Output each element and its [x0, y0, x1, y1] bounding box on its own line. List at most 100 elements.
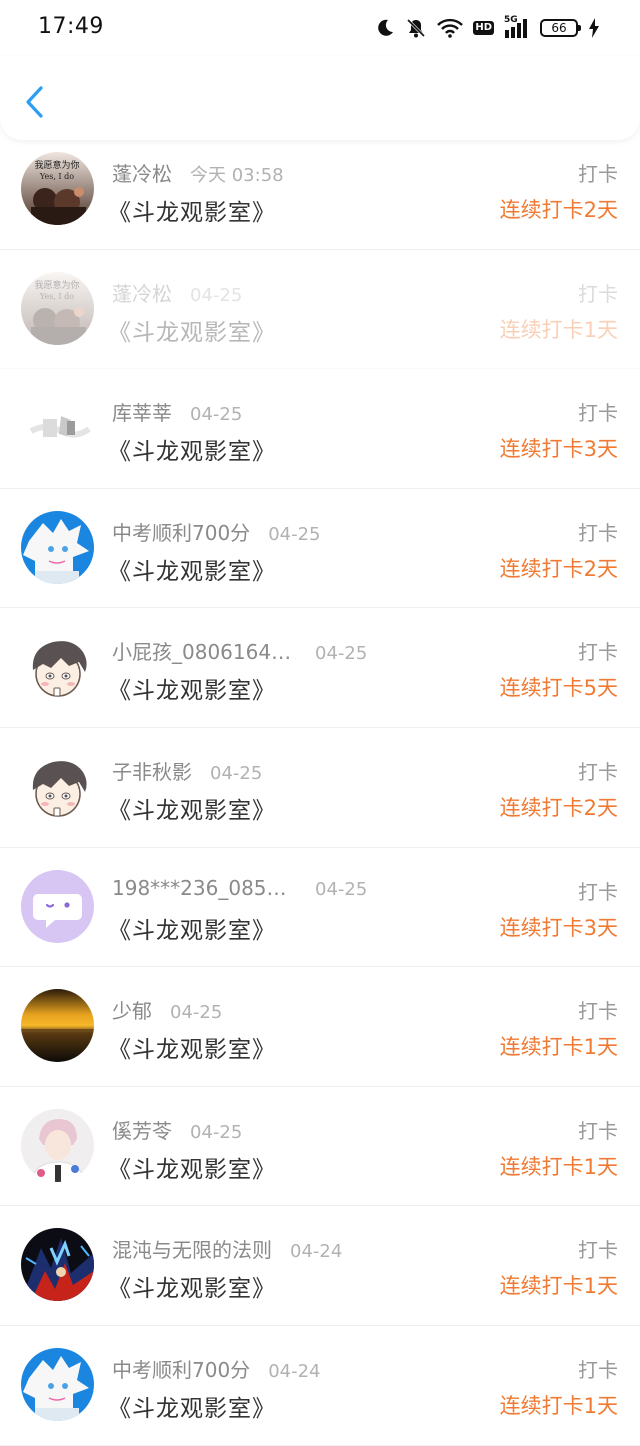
user-name[interactable]: 傒芳苓: [112, 1115, 172, 1144]
avatar[interactable]: [21, 1228, 94, 1302]
checkin-time: 04-25: [268, 523, 321, 545]
svg-text:我愿意为你: 我愿意为你: [34, 159, 79, 171]
user-name[interactable]: 子非秋影: [112, 756, 192, 785]
streak-label: 连续打卡1天: [499, 317, 618, 342]
avatar[interactable]: 我愿意为你 Yes, I do: [21, 152, 94, 225]
avatar[interactable]: 我愿意为你 Yes, I do: [21, 271, 94, 345]
streak-label: 连续打卡5天: [499, 676, 618, 701]
name-line: 198***236_08585... 04-25: [112, 876, 367, 900]
checkin-label: 打卡: [578, 401, 618, 426]
svg-text:Yes, I do: Yes, I do: [39, 172, 74, 181]
room-name: 《斗龙观影室》: [108, 1156, 276, 1183]
user-name[interactable]: 198***236_08585...: [112, 876, 297, 900]
name-line: 蓬冷松 04-25: [112, 278, 242, 307]
room-name: 《斗龙观影室》: [108, 439, 276, 466]
checkin-time: 04-25: [315, 878, 368, 900]
battery-icon: 66: [540, 19, 581, 37]
bell-off-icon: [405, 17, 427, 39]
checkin-time: 04-25: [170, 1002, 223, 1024]
checkin-label: 打卡: [578, 759, 618, 784]
user-name[interactable]: 蓬冷松: [112, 278, 172, 307]
list-item[interactable]: 少郁 04-25 《斗龙观影室》 打卡 连续打卡1天: [0, 967, 640, 1087]
name-line: 小屁孩_08061642... 04-25: [112, 636, 367, 665]
user-name[interactable]: 中考顺利700分: [112, 517, 250, 546]
user-name[interactable]: 少郁: [112, 995, 152, 1024]
checkin-time: 04-24: [290, 1241, 343, 1263]
chevron-left-icon: [26, 86, 43, 118]
checkin-label: 打卡: [578, 999, 618, 1024]
network-type: 5G: [504, 15, 518, 25]
list-item[interactable]: 混沌与无限的法则 04-24 《斗龙观影室》 打卡连续打卡1天: [0, 1206, 640, 1326]
avatar[interactable]: [21, 391, 94, 465]
room-name: 《斗龙观影室》: [108, 1276, 276, 1303]
room-name: 《斗龙观影室》: [108, 558, 276, 585]
room-name: 《斗龙观影室》: [108, 917, 276, 944]
name-line: 中考顺利700分 04-24: [112, 1354, 321, 1383]
avatar[interactable]: [21, 989, 94, 1063]
checkin-label: 打卡: [578, 1357, 618, 1382]
list-item[interactable]: 小屁孩_08061642... 04-25 《斗龙观影室》 打卡连续打卡5天: [0, 608, 640, 728]
signal-5g-icon: 5G: [504, 15, 530, 39]
name-line: 少郁 04-25: [112, 995, 222, 1024]
list-item[interactable]: 子非秋影 04-25 《斗龙观影室》 打卡连续打卡2天: [0, 728, 640, 848]
user-name[interactable]: 混沌与无限的法则: [112, 1234, 272, 1263]
streak-label: 连续打卡1天: [499, 1154, 618, 1179]
name-line: 蓬冷松 今天 03:58: [112, 158, 284, 187]
charging-icon: [588, 18, 600, 38]
user-name[interactable]: 库莘莘: [112, 397, 172, 426]
checkin-time: 04-25: [190, 404, 243, 426]
battery-level: 66: [551, 21, 567, 35]
checkin-time: 04-25: [190, 1121, 243, 1143]
streak-label: 连续打卡3天: [499, 437, 618, 462]
moon-icon: [375, 18, 395, 38]
list-item[interactable]: 傒芳苓 04-25 《斗龙观影室》 打卡连续打卡1天: [0, 1087, 640, 1207]
checkin-label: 打卡: [578, 640, 618, 665]
name-line: 库莘莘 04-25: [112, 397, 242, 426]
streak-label: 连续打卡1天: [499, 1035, 618, 1060]
streak-label: 连续打卡3天: [499, 915, 618, 940]
status-time: 17:49: [38, 14, 104, 39]
svg-text:我愿意为你: 我愿意为你: [34, 279, 79, 291]
list-item[interactable]: 我愿意为你 Yes, I do 蓬冷松 04-25 《斗龙观影室》 打卡连续打卡1天: [0, 250, 640, 370]
checkin-time: 04-25: [315, 643, 368, 665]
checkin-time: 04-25: [210, 762, 263, 784]
streak-label: 连续打卡1天: [499, 1393, 618, 1418]
user-name[interactable]: 中考顺利700分: [112, 1354, 250, 1383]
checkin-label: 打卡: [578, 520, 618, 545]
avatar[interactable]: [21, 749, 94, 823]
checkin-label: 打卡: [578, 1238, 618, 1263]
avatar[interactable]: [21, 1108, 94, 1182]
list-item[interactable]: 库莘莘 04-25 《斗龙观影室》 打卡连续打卡3天: [0, 369, 640, 489]
wifi-icon: [437, 18, 464, 38]
checkin-label: 打卡: [578, 162, 618, 186]
status-bar: 17:49 HD 5G 66: [0, 0, 640, 56]
svg-text:Yes, I do: Yes, I do: [39, 292, 74, 301]
avatar[interactable]: [21, 510, 94, 584]
avatar[interactable]: [21, 630, 94, 704]
name-line: 混沌与无限的法则 04-24: [112, 1234, 342, 1263]
list-item[interactable]: 中考顺利700分 04-24 《斗龙观影室》 打卡连续打卡1天: [0, 1326, 640, 1446]
avatar[interactable]: [21, 869, 94, 943]
list-item[interactable]: 198***236_08585... 04-25 《斗龙观影室》 打卡连续打卡3天: [0, 848, 640, 968]
room-name: 《斗龙观影室》: [108, 797, 276, 824]
checkin-time: 04-24: [268, 1360, 321, 1382]
avatar[interactable]: [21, 1347, 94, 1421]
user-name[interactable]: 蓬冷松: [112, 158, 172, 187]
room-name: 《斗龙观影室》: [108, 1395, 276, 1422]
list-item[interactable]: 中考顺利700分 04-25 《斗龙观影室》 打卡连续打卡2天: [0, 489, 640, 609]
streak-label: 连续打卡2天: [499, 198, 618, 222]
list-item[interactable]: 我愿意为你 Yes, I do 蓬冷松 今天 03:58 《斗龙观影室》 打卡 连续打卡2天: [0, 130, 640, 250]
name-line: 子非秋影 04-25: [112, 756, 262, 785]
checkin-label: 打卡: [578, 1118, 618, 1143]
checkin-label: 打卡: [578, 879, 618, 904]
back-button[interactable]: [18, 82, 52, 122]
streak-label: 连续打卡1天: [499, 1274, 618, 1299]
nav-bar: [0, 56, 640, 140]
room-name: 《斗龙观影室》: [108, 678, 276, 705]
user-name[interactable]: 小屁孩_08061642...: [112, 636, 297, 665]
streak-label: 连续打卡2天: [499, 795, 618, 820]
hd-icon: HD: [473, 21, 494, 35]
streak-label: 连续打卡2天: [499, 556, 618, 581]
room-name: 《斗龙观影室》: [108, 319, 276, 346]
checkin-label: 打卡: [578, 281, 618, 306]
